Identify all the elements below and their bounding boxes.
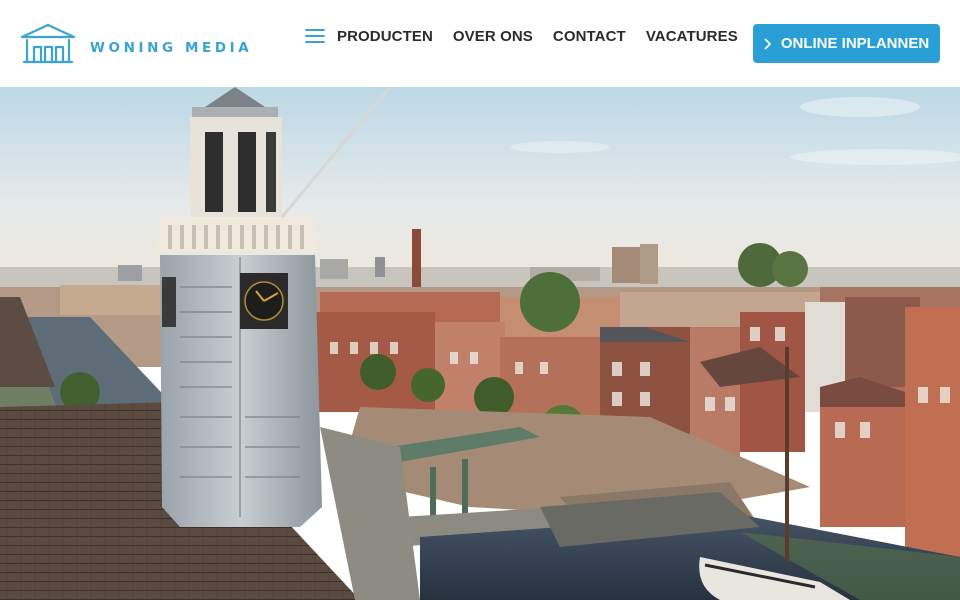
hero-image <box>0 87 960 600</box>
hero-photo <box>0 87 960 600</box>
online-inplannen-button[interactable]: ONLINE INPLANNEN <box>753 24 940 63</box>
site-header: WONING MEDIA PRODUCTEN OVER ONS CONTACT … <box>0 0 960 87</box>
chevron-right-icon <box>764 38 771 49</box>
nav-item-contact[interactable]: CONTACT <box>553 28 626 45</box>
house-logo-icon <box>20 23 76 64</box>
nav-item-producten[interactable]: PRODUCTEN <box>337 28 433 45</box>
logo[interactable]: WONING MEDIA <box>20 22 252 64</box>
hamburger-icon[interactable] <box>305 28 325 44</box>
logo-text: WONING MEDIA <box>90 40 253 56</box>
main-nav: PRODUCTEN OVER ONS CONTACT VACATURES <box>305 24 738 48</box>
nav-item-vacatures[interactable]: VACATURES <box>646 28 738 45</box>
nav-item-over-ons[interactable]: OVER ONS <box>453 28 533 45</box>
cta-label: ONLINE INPLANNEN <box>780 35 930 52</box>
